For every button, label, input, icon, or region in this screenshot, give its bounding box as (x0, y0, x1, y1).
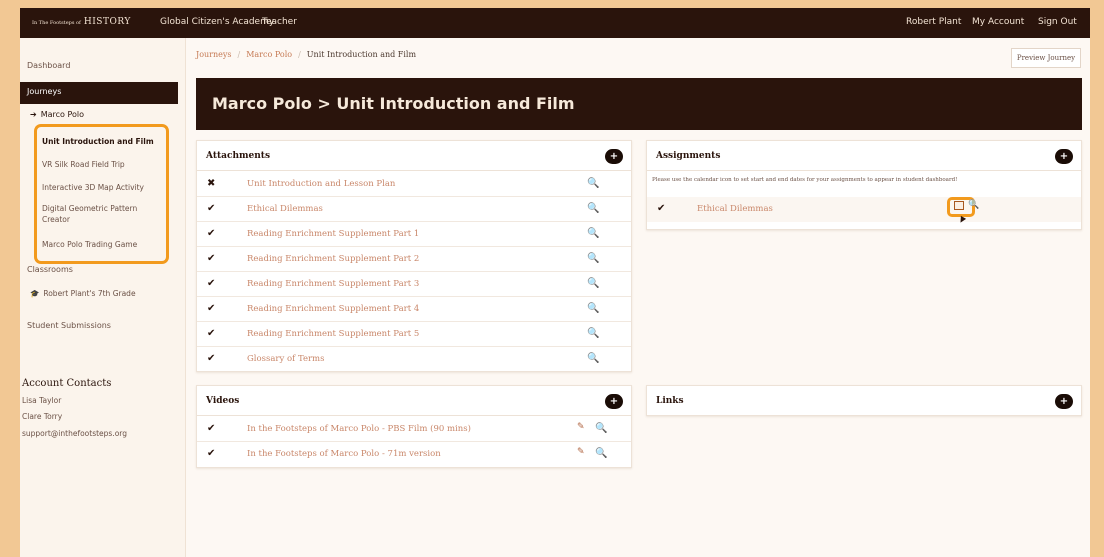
assignment-link[interactable]: Ethical Dilemmas (697, 204, 773, 214)
links-panel: Links + (646, 385, 1082, 416)
table-row: ✔ Reading Enrichment Supplement Part 1 🔍 (197, 222, 631, 247)
sidebar-activity[interactable]: Marco Polo Trading Game (42, 239, 160, 250)
check-icon[interactable]: ✔ (207, 423, 215, 434)
check-icon[interactable]: ✔ (207, 448, 215, 459)
table-row: ✔ In the Footsteps of Marco Polo - PBS Fi… (197, 417, 631, 442)
breadcrumb-current: Unit Introduction and Film (306, 50, 417, 59)
assignments-panel: Assignments + Please use the calendar ic… (646, 140, 1082, 230)
site-logo[interactable]: In The Footsteps of HISTORY (32, 17, 131, 27)
check-icon[interactable]: ✔ (207, 353, 215, 364)
page-title: Marco Polo > Unit Introduction and Film (212, 94, 575, 113)
breadcrumb: Journeys / Marco Polo / Unit Introduction an… (196, 50, 416, 59)
check-icon[interactable]: ✔ (207, 228, 215, 239)
attachment-link[interactable]: Glossary of Terms (247, 354, 324, 364)
attachments-panel: Attachments + ✖ Unit Introduction and Les… (196, 140, 632, 372)
table-row: ✔ Glossary of Terms 🔍 (197, 347, 631, 372)
assignments-header: Assignments + (647, 141, 1081, 171)
table-row: ✔ Ethical Dilemmas 🔍 (197, 197, 631, 222)
contact-entry: Clare Torry (22, 412, 63, 421)
breadcrumb-journey[interactable]: Marco Polo (246, 50, 292, 59)
arrow-right-icon: ➔ (30, 110, 37, 119)
sidebar: Dashboard Journeys ➔ Marco Polo Unit Intr… (20, 38, 186, 557)
add-link-button[interactable]: + (1055, 394, 1073, 409)
video-link[interactable]: In the Footsteps of Marco Polo - PBS Fil… (247, 424, 471, 434)
check-icon[interactable]: ✔ (207, 328, 215, 339)
app-frame: In The Footsteps of HISTORY Global Citize… (20, 8, 1090, 557)
attachments-header: Attachments + (197, 141, 631, 171)
links-header: Links + (647, 386, 1081, 416)
search-icon[interactable]: 🔍 (587, 253, 599, 264)
calendar-icon[interactable] (954, 201, 964, 210)
videos-title: Videos (206, 396, 240, 406)
graduation-cap-icon: 🎓 (30, 289, 40, 298)
table-row: ✔ Reading Enrichment Supplement Part 2 🔍 (197, 247, 631, 272)
check-icon[interactable]: ✔ (207, 253, 215, 264)
page-header: Marco Polo > Unit Introduction and Film (196, 78, 1082, 130)
attachment-link[interactable]: Reading Enrichment Supplement Part 3 (247, 279, 419, 289)
search-icon[interactable]: 🔍 (595, 423, 607, 434)
x-icon[interactable]: ✖ (207, 178, 215, 189)
add-video-button[interactable]: + (605, 394, 623, 409)
videos-panel: Videos + ✔ In the Footsteps of Marco Polo… (196, 385, 632, 468)
assignments-title: Assignments (656, 151, 721, 161)
search-icon[interactable]: 🔍 (587, 203, 599, 214)
search-icon[interactable]: 🔍 (587, 228, 599, 239)
add-assignment-button[interactable]: + (1055, 149, 1073, 164)
preview-journey-button[interactable]: Preview Journey (1011, 48, 1081, 68)
check-icon[interactable]: ✔ (207, 203, 215, 214)
sidebar-item-classrooms[interactable]: Classrooms (27, 265, 73, 274)
sidebar-activity[interactable]: Unit Introduction and Film (42, 136, 160, 147)
table-row: ✔ Reading Enrichment Supplement Part 4 🔍 (197, 297, 631, 322)
sidebar-activity[interactable]: Interactive 3D Map Activity (42, 182, 160, 193)
contacts-heading: Account Contacts (22, 378, 112, 389)
contact-email[interactable]: support@inthefootsteps.org (22, 429, 127, 438)
links-title: Links (656, 396, 684, 406)
search-icon[interactable]: 🔍 (587, 353, 599, 364)
sidebar-item-marco-polo[interactable]: ➔ Marco Polo (30, 110, 84, 119)
attachment-link[interactable]: Reading Enrichment Supplement Part 1 (247, 229, 419, 239)
table-row: ✔ In the Footsteps of Marco Polo - 71m ve… (197, 442, 631, 467)
org-name: Global Citizen's Academy (160, 17, 275, 27)
search-icon[interactable]: 🔍 (587, 328, 599, 339)
table-row: ✖ Unit Introduction and Lesson Plan 🔍 (197, 172, 631, 197)
table-row: ✔ Reading Enrichment Supplement Part 3 🔍 (197, 272, 631, 297)
videos-header: Videos + (197, 386, 631, 416)
attachments-title: Attachments (206, 151, 271, 161)
attachment-link[interactable]: Reading Enrichment Supplement Part 2 (247, 254, 419, 264)
role-link[interactable]: Teacher (262, 17, 297, 27)
sidebar-item-submissions[interactable]: Student Submissions (27, 321, 111, 330)
sidebar-item-journeys[interactable]: Journeys (20, 82, 178, 104)
sign-out-link[interactable]: Sign Out (1038, 17, 1077, 27)
attachment-link[interactable]: Ethical Dilemmas (247, 204, 323, 214)
check-icon[interactable]: ✔ (207, 303, 215, 314)
table-row: ✔ Reading Enrichment Supplement Part 5 🔍 (197, 322, 631, 347)
edit-icon[interactable]: ✎ (577, 422, 585, 432)
search-icon[interactable]: 🔍 (587, 178, 599, 189)
sidebar-item-classroom[interactable]: 🎓 Robert Plant's 7th Grade (30, 289, 136, 298)
sidebar-item-dashboard[interactable]: Dashboard (27, 61, 70, 70)
video-link[interactable]: In the Footsteps of Marco Polo - 71m ver… (247, 449, 441, 459)
top-navbar: In The Footsteps of HISTORY Global Citize… (20, 8, 1090, 38)
attachment-link[interactable]: Reading Enrichment Supplement Part 4 (247, 304, 419, 314)
search-icon[interactable]: 🔍 (587, 303, 599, 314)
user-name[interactable]: Robert Plant (906, 17, 961, 27)
table-row: ✔ Ethical Dilemmas (647, 197, 1081, 222)
search-icon[interactable]: 🔍 (968, 200, 979, 210)
sidebar-activity[interactable]: Digital Geometric Pattern Creator (42, 203, 160, 225)
attachment-link[interactable]: Unit Introduction and Lesson Plan (247, 179, 395, 189)
contact-entry: Lisa Taylor (22, 396, 62, 405)
my-account-link[interactable]: My Account (972, 17, 1024, 27)
add-attachment-button[interactable]: + (605, 149, 623, 164)
edit-icon[interactable]: ✎ (577, 447, 585, 457)
breadcrumb-separator: / (298, 50, 301, 59)
search-icon[interactable]: 🔍 (587, 278, 599, 289)
check-icon[interactable]: ✔ (657, 203, 665, 214)
search-icon[interactable]: 🔍 (595, 448, 607, 459)
breadcrumb-separator: / (237, 50, 241, 59)
breadcrumb-journeys[interactable]: Journeys (196, 50, 232, 59)
attachment-link[interactable]: Reading Enrichment Supplement Part 5 (247, 329, 419, 339)
sidebar-activity[interactable]: VR Silk Road Field Trip (42, 159, 160, 170)
check-icon[interactable]: ✔ (207, 278, 215, 289)
assignments-note: Please use the calendar icon to set star… (652, 177, 958, 183)
